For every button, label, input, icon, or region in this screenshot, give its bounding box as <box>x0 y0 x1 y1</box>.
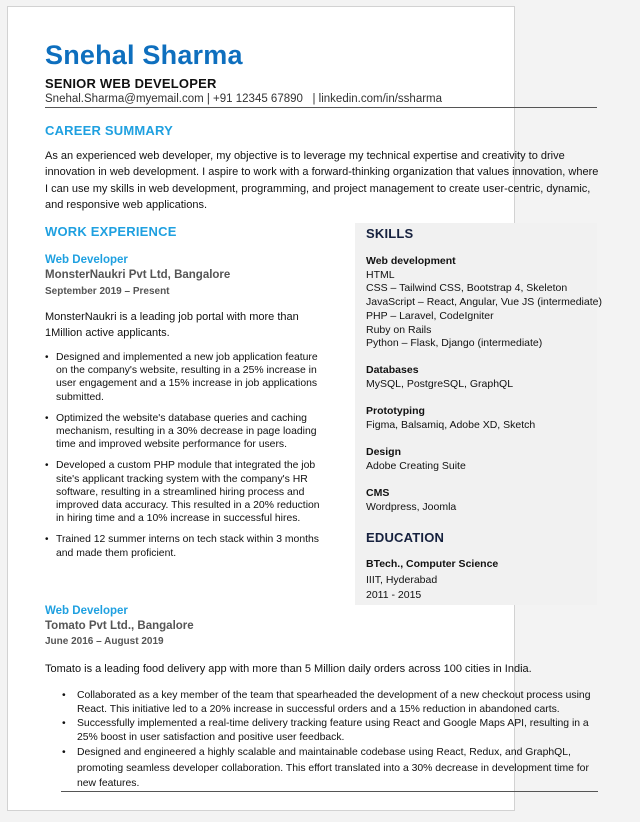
education-degree: BTech., Computer Science <box>366 558 499 570</box>
bullet-icon: • <box>45 352 49 363</box>
skill-category: Databases <box>366 364 419 376</box>
education-heading: EDUCATION <box>366 530 445 545</box>
job-bullet: • Trained 12 summer interns on tech stack… <box>45 534 319 559</box>
skill-group: Databases MySQL, PostgreSQL, GraphQL <box>366 364 596 391</box>
job-title: Web Developer <box>45 605 128 617</box>
bullet-icon: • <box>62 690 66 701</box>
skill-category: Design <box>366 446 402 458</box>
skill-group: Prototyping Figma, Balsamiq, Adobe XD, S… <box>366 405 596 432</box>
bullet-icon: • <box>45 534 49 546</box>
job-title: Web Developer <box>45 254 128 266</box>
work-experience-heading: WORK EXPERIENCE <box>45 224 177 239</box>
bullet-icon: • <box>62 718 66 729</box>
job-bullet: • Successfully implemented a real-time de… <box>62 718 589 743</box>
job-dates: June 2016 – August 2019 <box>45 636 164 647</box>
skill-category: Web development <box>366 255 456 267</box>
footer-divider <box>61 791 598 792</box>
job-bullet: • Collaborated as a key member of the tea… <box>62 690 591 715</box>
job-dates: September 2019 – Present <box>45 286 170 297</box>
education-years: 2011 - 2015 <box>366 589 422 601</box>
job-bullets: • Designed and implemented a new job appl… <box>45 351 323 568</box>
skill-item: Ruby on Rails <box>366 323 432 336</box>
job-bullet: • Developed a custom PHP module that inte… <box>45 460 320 525</box>
job-bullet: • Designed and engineered a highly scalab… <box>62 747 589 789</box>
job-description: Tomato is a leading food delivery app wi… <box>45 663 532 675</box>
job-bullet: • Optimized the website's database querie… <box>45 412 317 451</box>
candidate-title: SENIOR WEB DEVELOPER <box>45 76 217 91</box>
skill-group: Web development HTML CSS – Tailwind CSS,… <box>366 255 602 351</box>
bullet-icon: • <box>45 412 49 424</box>
skill-group: Design Adobe Creating Suite <box>366 446 596 473</box>
skill-item: MySQL, PostgreSQL, GraphQL <box>366 377 514 390</box>
skills-sidebar: SKILLS Web development HTML CSS – Tailwi… <box>355 223 602 605</box>
skill-item: Figma, Balsamiq, Adobe XD, Sketch <box>366 418 536 431</box>
skill-item: Wordpress, Joomla <box>366 500 457 513</box>
skill-group: CMS Wordpress, Joomla <box>366 487 596 514</box>
skill-item: PHP – Laravel, CodeIgniter <box>366 309 494 322</box>
job-company: Tomato Pvt Ltd., Bangalore <box>45 620 194 632</box>
skill-category: Prototyping <box>366 405 425 417</box>
career-summary-heading: CAREER SUMMARY <box>45 123 173 138</box>
job-company: MonsterNaukri Pvt Ltd, Bangalore <box>45 269 231 281</box>
bullet-icon: • <box>62 747 66 758</box>
skill-item: Python – Flask, Django (intermediate) <box>366 337 543 350</box>
skill-item: JavaScript – React, Angular, Vue JS (int… <box>366 296 602 309</box>
job-bullet: • Designed and implemented a new job appl… <box>45 352 318 403</box>
candidate-name: Snehal Sharma <box>45 40 243 70</box>
job-description: MonsterNaukri is a leading job portal wi… <box>45 311 299 339</box>
contact-info: Snehal.Sharma@myemail.com | +91 12345 67… <box>45 93 443 105</box>
header-divider <box>45 107 597 108</box>
skill-item: Adobe Creating Suite <box>366 459 466 472</box>
resume-content: Snehal Sharma SENIOR WEB DEVELOPER Sneha… <box>0 0 640 822</box>
education-institution: IIIT, Hyderabad <box>366 573 438 586</box>
job-bullets: • Collaborated as a key member of the tea… <box>62 689 602 792</box>
career-summary-text: As an experienced web developer, my obje… <box>45 150 599 211</box>
education-entry: BTech., Computer Science IIIT, Hyderabad… <box>366 557 596 604</box>
skill-item: HTML <box>366 268 395 281</box>
bullet-icon: • <box>45 460 49 472</box>
skill-category: CMS <box>366 487 390 499</box>
skill-item: CSS – Tailwind CSS, Bootstrap 4, Skeleto… <box>366 282 568 295</box>
skills-heading: SKILLS <box>366 226 414 241</box>
